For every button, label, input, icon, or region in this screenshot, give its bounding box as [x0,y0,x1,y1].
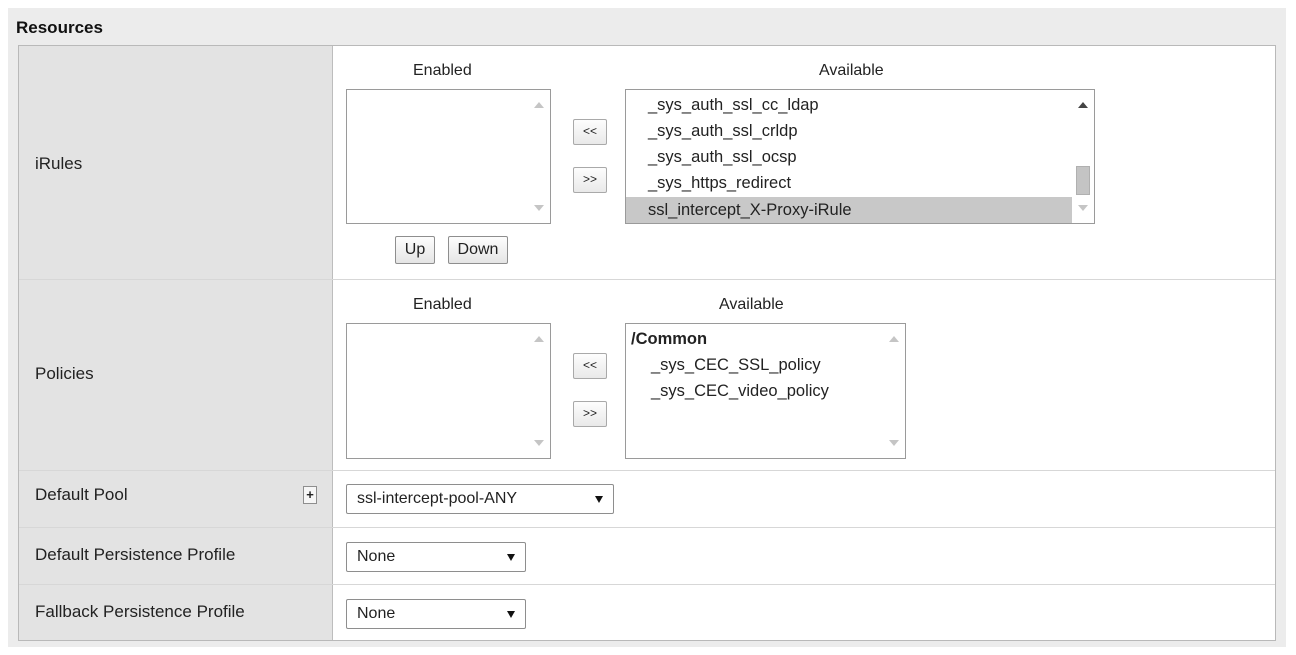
dropdown-arrow-icon [595,496,603,503]
default-pool-selected-value: ssl-intercept-pool-ANY [357,490,518,507]
irules-available-header: Available [819,62,884,79]
policies-value-cell: Enabled Available << >> /Common _sys_CEC… [333,280,1275,470]
policies-available-scrollbar[interactable] [883,324,905,458]
irules-enabled-header: Enabled [413,62,472,79]
default-pool-select[interactable]: ssl-intercept-pool-ANY [346,484,614,514]
fallback-persistence-label-cell: Fallback Persistence Profile [19,585,333,640]
irules-available-scrollbar[interactable] [1072,90,1094,223]
default-persistence-selected-value: None [357,548,396,565]
irules-down-button[interactable]: Down [448,236,508,264]
irules-value-cell: Enabled Available << >> _sys_auth_ssl_cc… [333,46,1275,279]
section-title: Resources [16,18,103,37]
irules-label-cell: iRules [19,46,333,279]
scroll-up-arrow-icon[interactable] [534,336,544,342]
policies-enabled-list[interactable] [346,323,551,459]
fallback-persistence-selected-value: None [357,605,396,622]
scroll-down-arrow-icon[interactable] [1078,205,1088,211]
policies-available-header: Available [719,296,784,313]
scroll-up-arrow-icon[interactable] [889,336,899,342]
scroll-down-arrow-icon[interactable] [534,440,544,446]
fallback-persistence-row: Fallback Persistence Profile None [19,585,1275,640]
policies-enabled-header: Enabled [413,296,472,313]
default-persistence-row: Default Persistence Profile None [19,528,1275,585]
fallback-persistence-label: Fallback Persistence Profile [35,602,245,621]
default-persistence-label-cell: Default Persistence Profile [19,528,333,584]
policies-move-left-button[interactable]: << [573,353,607,379]
policies-label-cell: Policies [19,280,333,470]
irules-row: iRules Enabled Available << >> _sys_auth… [19,46,1275,280]
fallback-persistence-value-cell: None [333,585,1275,640]
plus-icon[interactable]: + [303,486,317,504]
irules-available-option[interactable]: _sys_auth_ssl_crldp [626,118,1072,144]
irules-enabled-scrollbar[interactable] [528,90,550,223]
irules-available-option[interactable]: _sys_auth_ssl_ocsp [626,144,1072,170]
scroll-down-arrow-icon[interactable] [534,205,544,211]
default-pool-label-cell: Default Pool + [19,471,333,527]
policies-available-option[interactable]: _sys_CEC_video_policy [626,378,883,404]
default-persistence-label: Default Persistence Profile [35,545,236,564]
policies-move-right-button[interactable]: >> [573,401,607,427]
default-pool-label: Default Pool [35,485,128,504]
irules-enabled-list[interactable] [346,89,551,224]
policies-enabled-scrollbar[interactable] [528,324,550,458]
irules-available-option[interactable]: _sys_https_redirect [626,170,1072,196]
dropdown-arrow-icon [507,611,515,618]
dropdown-arrow-icon [507,554,515,561]
policies-available-list[interactable]: /Common _sys_CEC_SSL_policy _sys_CEC_vid… [625,323,906,459]
fallback-persistence-select[interactable]: None [346,599,526,629]
irules-label: iRules [35,154,83,173]
irules-available-list[interactable]: _sys_auth_ssl_cc_ldap _sys_auth_ssl_crld… [625,89,1095,224]
scrollbar-thumb[interactable] [1076,166,1090,195]
resources-table: iRules Enabled Available << >> _sys_auth… [18,45,1276,641]
irules-up-button[interactable]: Up [395,236,435,264]
policies-available-group: /Common [631,330,708,348]
default-pool-value-cell: ssl-intercept-pool-ANY [333,471,1275,527]
scroll-up-arrow-icon[interactable] [534,102,544,108]
scroll-up-arrow-icon[interactable] [1078,102,1088,108]
scroll-down-arrow-icon[interactable] [889,440,899,446]
irules-move-right-button[interactable]: >> [573,167,607,193]
irules-available-option[interactable]: _sys_auth_ssl_cc_ldap [626,92,1072,118]
irules-move-left-button[interactable]: << [573,119,607,145]
default-pool-row: Default Pool + ssl-intercept-pool-ANY [19,471,1275,528]
policies-available-option[interactable]: _sys_CEC_SSL_policy [626,352,883,378]
default-persistence-value-cell: None [333,528,1275,584]
irules-available-option-selected[interactable]: ssl_intercept_X-Proxy-iRule [626,197,1072,223]
policies-label: Policies [35,364,94,383]
policies-row: Policies Enabled Available << >> /Common… [19,280,1275,471]
default-persistence-select[interactable]: None [346,542,526,572]
